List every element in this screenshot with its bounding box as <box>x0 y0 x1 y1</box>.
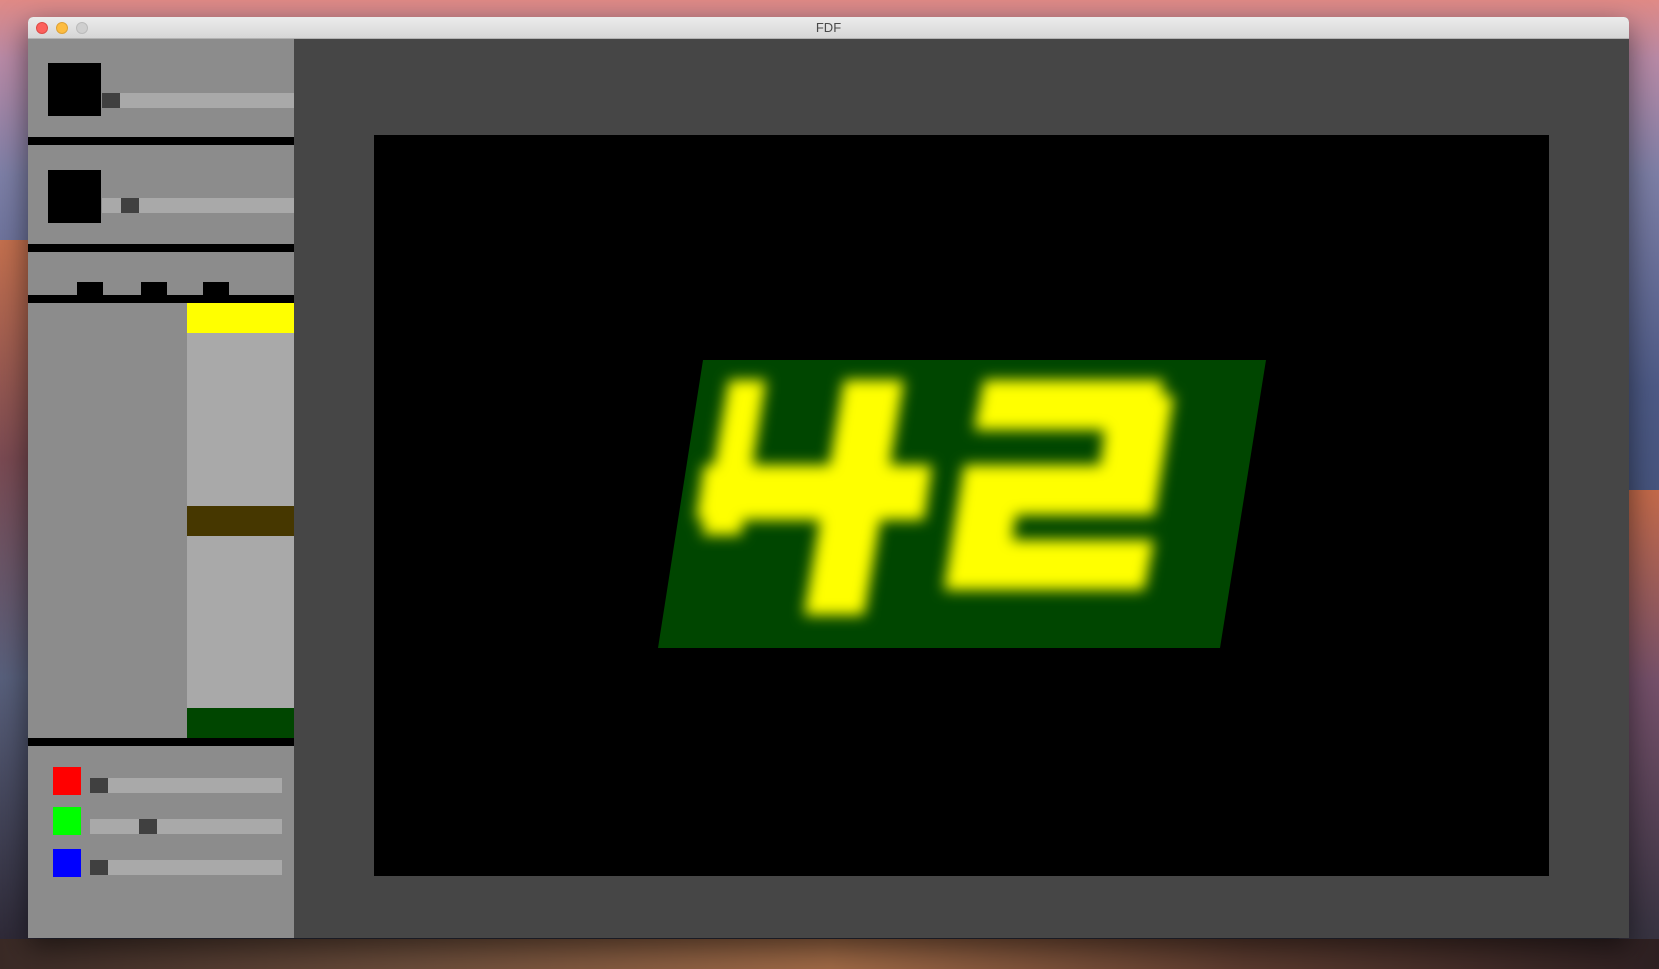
gradient-column[interactable] <box>187 303 294 738</box>
blue-swatch <box>53 849 81 877</box>
red-slider-knob[interactable] <box>90 778 108 793</box>
slider-2-knob[interactable] <box>121 198 139 213</box>
title-bar[interactable]: FDF <box>28 17 1629 39</box>
separator <box>28 738 294 746</box>
slider-1-knob[interactable] <box>102 93 120 108</box>
fdf-render-view[interactable] <box>374 135 1549 876</box>
separator <box>28 137 294 145</box>
palette-panel <box>28 303 187 738</box>
green-slider-knob[interactable] <box>139 819 157 834</box>
green-slider[interactable] <box>90 819 282 834</box>
red-swatch <box>53 767 81 795</box>
bottom-color-stop[interactable] <box>187 708 294 738</box>
separator <box>28 295 294 303</box>
color-preview-1 <box>48 63 101 116</box>
mid-color-stop[interactable] <box>187 506 294 536</box>
fdf-window: FDF <box>28 17 1629 938</box>
window-title: FDF <box>815 20 842 35</box>
green-swatch <box>53 807 81 835</box>
digit-2-shape <box>944 380 1174 590</box>
top-color-stop[interactable] <box>187 303 294 333</box>
slider-1[interactable] <box>102 93 294 108</box>
wireframe-render <box>658 360 1266 648</box>
canvas-area <box>294 39 1629 938</box>
separator <box>28 244 294 252</box>
blue-slider[interactable] <box>90 860 282 875</box>
desktop-wallpaper-bottom <box>0 939 1659 969</box>
red-slider[interactable] <box>90 778 282 793</box>
slider-2[interactable] <box>102 198 294 213</box>
color-preview-2 <box>48 170 101 223</box>
blue-slider-knob[interactable] <box>90 860 108 875</box>
control-sidebar <box>28 39 294 938</box>
